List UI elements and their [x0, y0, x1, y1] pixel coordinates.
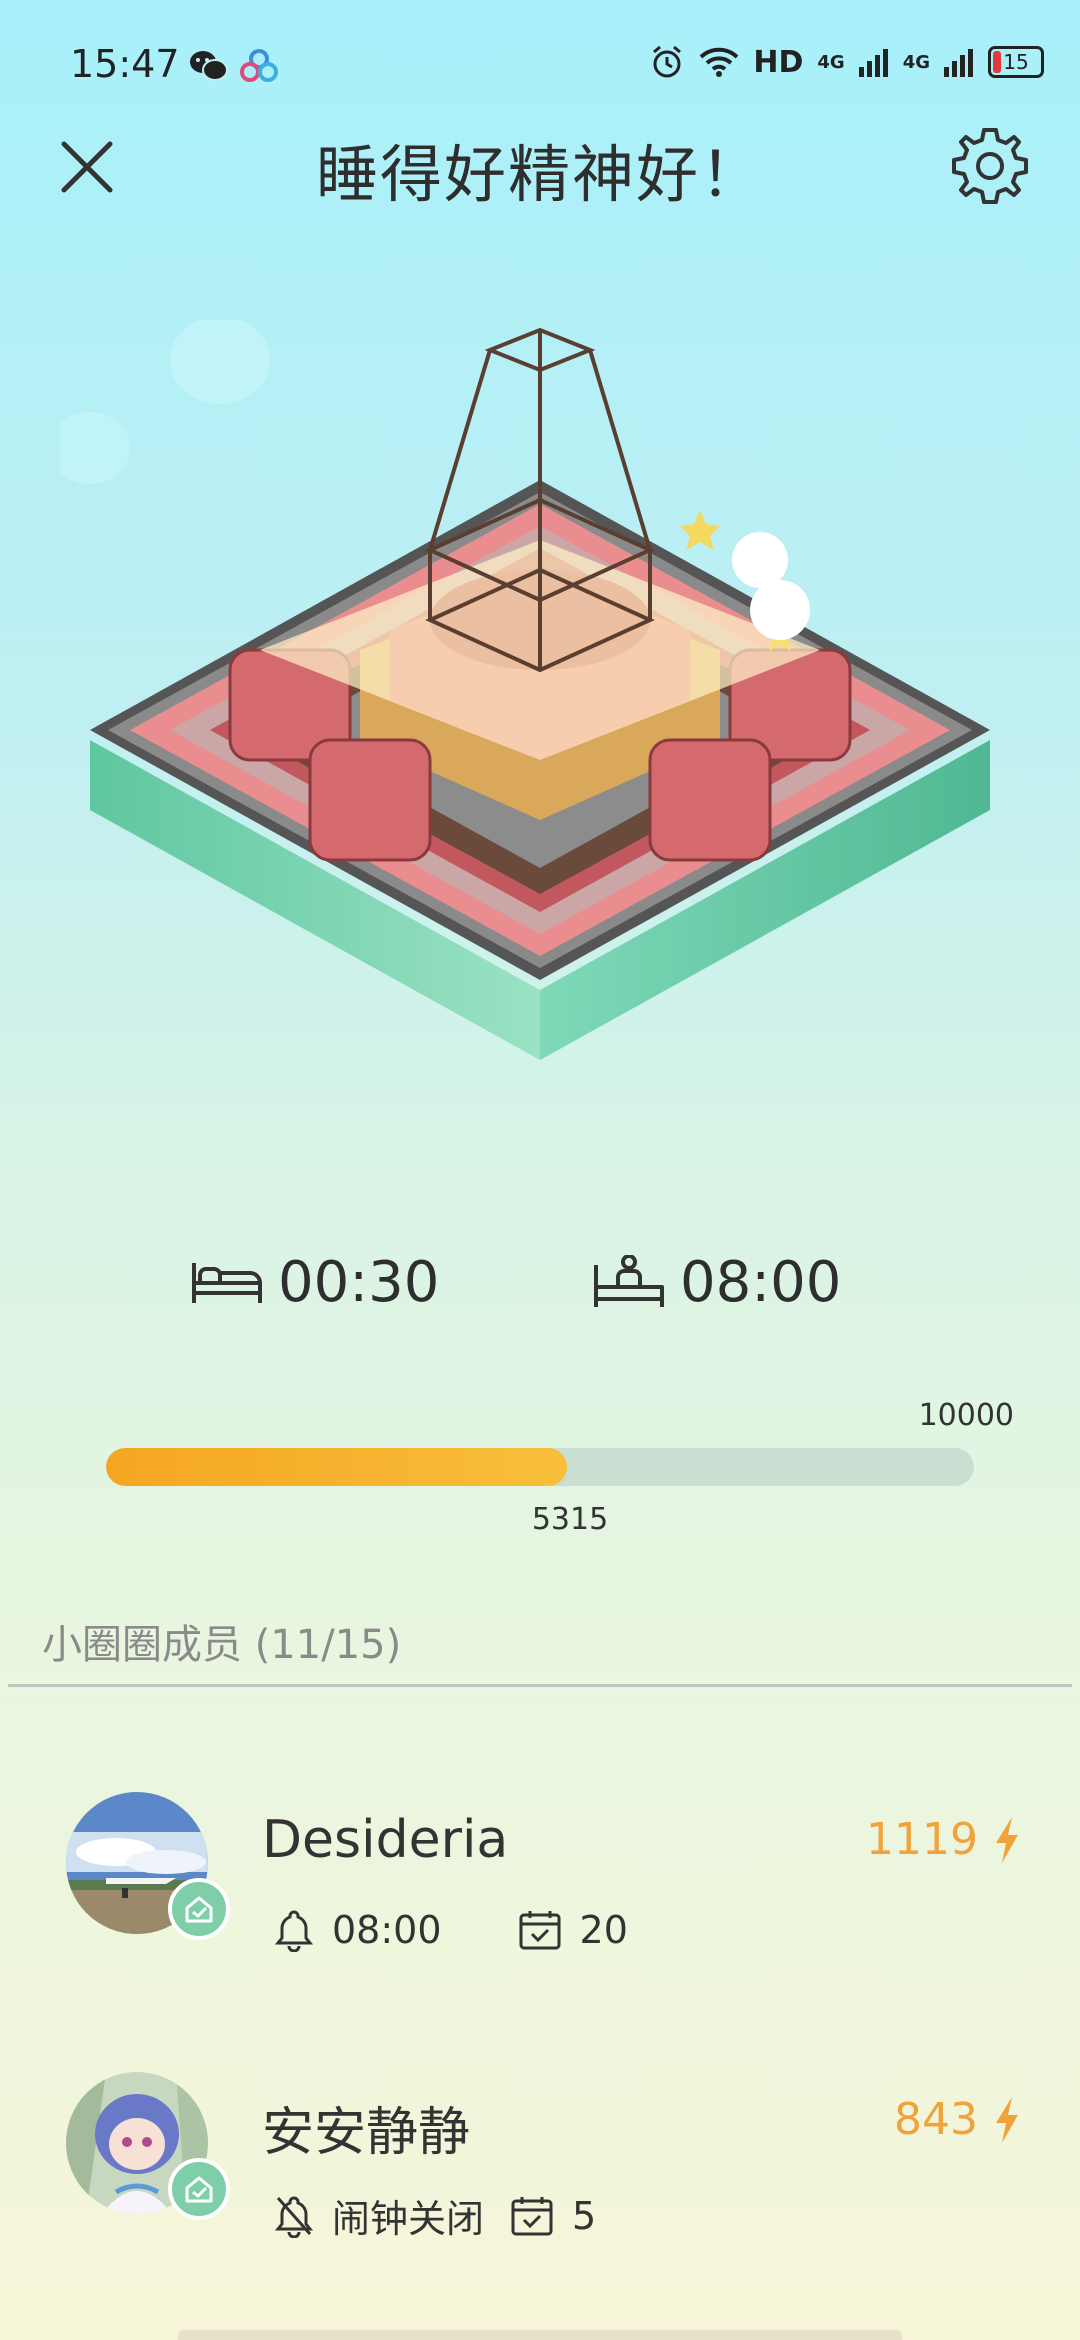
status-time: 15:47 — [70, 42, 180, 86]
wechat-icon — [188, 48, 228, 84]
member-name: 安安静静 — [262, 2103, 471, 2163]
member-score-value: 1119 — [866, 1814, 978, 1865]
bedtime-display: 00:30 — [190, 1250, 439, 1315]
bell-off-icon — [274, 2195, 314, 2238]
settings-button[interactable] — [948, 124, 1032, 208]
member-days: 5 — [572, 2193, 597, 2238]
member-alarm: 闹钟关闭 — [332, 2197, 485, 2241]
progress-value-label: 5315 — [531, 1502, 609, 1537]
member-alarm: 08:00 — [332, 1908, 442, 1952]
member-row[interactable]: Desideria 1119 08:00 20 — [0, 1770, 1080, 1990]
lightning-icon — [996, 2096, 1018, 2143]
gear-icon — [952, 128, 1028, 204]
status-bar: 15:47 HD 4G 4G 15 — [0, 0, 1080, 130]
progress-fill — [106, 1448, 568, 1486]
member-name: Desideria — [262, 1810, 509, 1870]
divider — [8, 1684, 1072, 1687]
status-icons: HD 4G 4G 15 — [649, 44, 1044, 80]
verified-home-icon — [185, 1896, 213, 1923]
network-label: HD — [753, 44, 804, 80]
waketime-display: 08:00 — [592, 1250, 841, 1315]
alarm-icon — [653, 45, 682, 78]
page-title: 睡得好精神好！ — [315, 138, 764, 211]
member-meta: 08:00 20 — [274, 1908, 628, 1952]
member-days: 20 — [579, 1908, 628, 1952]
signal1-label: 4G — [817, 51, 845, 73]
member-row[interactable]: 安安静静 843 闹钟关闭 5 — [0, 2050, 1080, 2270]
lightning-icon — [996, 1816, 1018, 1863]
signal-icon — [944, 49, 973, 77]
members-section-label: 小圈圈成员 (11/15) — [42, 1622, 402, 1668]
verified-badge — [168, 1878, 230, 1940]
member-score: 843 — [894, 2094, 1022, 2145]
calendar-check-icon — [519, 1911, 561, 1950]
bed-icon — [192, 1262, 262, 1303]
bell-icon — [274, 1910, 314, 1952]
progress-bar — [106, 1448, 974, 1486]
wifi-icon — [699, 47, 739, 77]
signal2-label: 4G — [902, 51, 930, 73]
app-icon — [240, 48, 278, 84]
bedtime-value: 00:30 — [278, 1250, 440, 1315]
calendar-check-icon — [511, 2196, 553, 2235]
battery-icon: 15 — [988, 46, 1044, 78]
progress-max-label: 10000 — [918, 1398, 1014, 1433]
member-meta: 闹钟关闭 5 — [274, 2188, 596, 2243]
bottom-edge — [178, 2330, 902, 2340]
member-score: 1119 — [866, 1814, 1022, 1865]
signal-icon — [858, 49, 888, 77]
verified-home-icon — [185, 2176, 213, 2203]
verified-badge — [168, 2158, 230, 2220]
wake-up-icon — [594, 1254, 664, 1307]
battery-level: 15 — [1003, 50, 1029, 74]
waketime-value: 08:00 — [680, 1250, 842, 1315]
member-score-value: 843 — [894, 2094, 978, 2145]
castle-illustration — [50, 316, 1020, 1200]
